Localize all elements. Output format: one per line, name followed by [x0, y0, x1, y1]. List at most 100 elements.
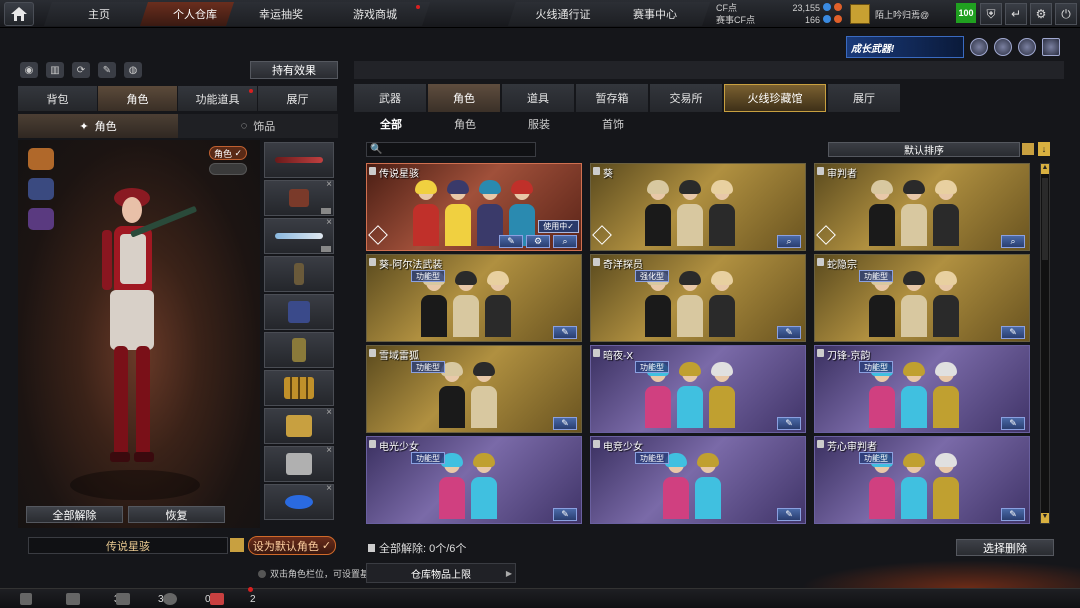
- character-card[interactable]: 审判者 ⌕: [814, 163, 1030, 251]
- character-card[interactable]: 电竞少女 功能型 ✎: [590, 436, 806, 524]
- character-card[interactable]: 芳心审判者 功能型 ✎: [814, 436, 1030, 524]
- character-card[interactable]: 葵-阿尔法武装 功能型 ✎: [366, 254, 582, 342]
- edit-button[interactable]: ✎: [553, 508, 577, 521]
- character-card[interactable]: 传说星骇 使用中✓ ✎ ⚙ ⌕: [366, 163, 582, 251]
- filter-character[interactable]: 角色: [428, 114, 502, 134]
- tab-backpack[interactable]: 背包: [18, 86, 98, 111]
- nav-tab-event-center[interactable]: 赛事中心: [600, 2, 710, 26]
- home-button[interactable]: [4, 2, 34, 26]
- search-input[interactable]: 🔍: [366, 142, 536, 157]
- lock-icon[interactable]: [817, 349, 824, 357]
- unequip-all-button[interactable]: 全部解除: [26, 506, 123, 523]
- edit-button[interactable]: ✎: [777, 417, 801, 430]
- lock-icon[interactable]: [593, 167, 600, 175]
- character-card[interactable]: 暗夜-X 功能型 ✎: [590, 345, 806, 433]
- remove-icon[interactable]: ×: [326, 483, 332, 494]
- scroll-down-icon[interactable]: ▼: [1041, 513, 1049, 523]
- slot-grenade[interactable]: [264, 332, 334, 368]
- menu-icon[interactable]: [230, 538, 244, 552]
- tab-function-items[interactable]: 功能道具: [178, 86, 258, 111]
- character-toggle[interactable]: 角色 ✓: [209, 146, 247, 160]
- character-card[interactable]: 雪域雷狐 功能型 ✎: [366, 345, 582, 433]
- nav-tab-shop[interactable]: 游戏商城: [320, 2, 430, 26]
- slot-pack[interactable]: [264, 294, 334, 330]
- select-delete-button[interactable]: 选择删除: [956, 539, 1054, 556]
- edit-button[interactable]: ✎: [1001, 326, 1025, 339]
- rank-badge-icon[interactable]: [970, 38, 988, 56]
- list-view-icon[interactable]: [1022, 143, 1034, 155]
- add-event-cf-icon[interactable]: [834, 15, 842, 23]
- gear-button[interactable]: ⚙: [526, 235, 550, 248]
- character-card[interactable]: 奇洋探员 强化型 ✎: [590, 254, 806, 342]
- toggle-on-icon[interactable]: ◉: [20, 62, 38, 78]
- rank-star-icon[interactable]: [994, 38, 1012, 56]
- edit-button[interactable]: ✎: [1001, 417, 1025, 430]
- tab-characters[interactable]: 角色: [428, 84, 500, 112]
- tab-items[interactable]: 道具: [502, 84, 574, 112]
- character-card[interactable]: 电光少女 功能型 ✎: [366, 436, 582, 524]
- filter-all[interactable]: 全部: [354, 114, 428, 134]
- power-icon[interactable]: ⏻: [1055, 3, 1077, 25]
- visibility-toggle[interactable]: [209, 163, 247, 175]
- edit-button[interactable]: ✎: [499, 235, 523, 248]
- remove-icon[interactable]: ×: [326, 407, 332, 418]
- user-profile[interactable]: 陌上吟归焉@: [850, 2, 950, 26]
- add-cf-icon[interactable]: [834, 3, 842, 11]
- tab-showroom[interactable]: 展厅: [258, 86, 338, 111]
- scroll-thumb[interactable]: [1042, 178, 1048, 260]
- lock-icon[interactable]: [817, 440, 824, 448]
- chat-button[interactable]: 0: [163, 593, 211, 605]
- clan-button[interactable]: 3: [116, 593, 164, 605]
- edit-button[interactable]: ✎: [777, 508, 801, 521]
- subtab-character[interactable]: ✦ 角色: [18, 114, 178, 138]
- edit-button[interactable]: ✎: [553, 417, 577, 430]
- tab-exchange[interactable]: 交易所: [650, 84, 722, 112]
- subtab-accessory[interactable]: ◌ 饰品: [178, 114, 338, 138]
- remove-icon[interactable]: ×: [326, 217, 332, 228]
- tab-showroom-right[interactable]: 展厅: [828, 84, 900, 112]
- edit-button[interactable]: ✎: [553, 326, 577, 339]
- slot-rifle[interactable]: [264, 142, 334, 178]
- storage-limit-button[interactable]: 仓库物品上限 ▶: [366, 563, 516, 583]
- nav-tab-home[interactable]: 主页: [44, 2, 154, 26]
- lock-icon[interactable]: [593, 258, 600, 266]
- filter-jewelry[interactable]: 首饰: [576, 114, 650, 134]
- rank-emblem-icon[interactable]: [1042, 38, 1060, 56]
- shield-icon[interactable]: ⛨: [980, 3, 1002, 25]
- edit-button[interactable]: ✎: [777, 326, 801, 339]
- character-card[interactable]: 蛇隐宗 功能型 ✎: [814, 254, 1030, 342]
- remove-icon[interactable]: ×: [326, 445, 332, 456]
- sort-dropdown[interactable]: 默认排序: [828, 142, 1020, 157]
- sort-direction-icon[interactable]: ↓: [1038, 142, 1050, 156]
- rank-wings-icon[interactable]: [1018, 38, 1036, 56]
- exit-icon[interactable]: ↵: [1005, 3, 1027, 25]
- slot-silver-pendant[interactable]: ×: [264, 445, 334, 482]
- character-name-field[interactable]: 传说星骇: [28, 537, 228, 554]
- slot-gold-pendant[interactable]: ×: [264, 407, 334, 444]
- scrollbar[interactable]: ▲ ▼: [1040, 163, 1050, 524]
- gear-icon[interactable]: ⚙: [1030, 3, 1052, 25]
- search-button[interactable]: ⌕: [777, 235, 801, 248]
- lock-icon[interactable]: [593, 440, 600, 448]
- character-card[interactable]: 刀锋-京韵 功能型 ✎: [814, 345, 1030, 433]
- character-card[interactable]: 葵 ⌕: [590, 163, 806, 251]
- pose-icon[interactable]: [28, 148, 54, 170]
- stats-icon[interactable]: ▥: [46, 62, 64, 78]
- slot-ring[interactable]: ×: [264, 483, 334, 520]
- slot-hat[interactable]: ×: [264, 179, 334, 216]
- brush-icon[interactable]: ✎: [98, 62, 116, 78]
- effect-icon[interactable]: [28, 208, 54, 230]
- tab-weapons[interactable]: 武器: [354, 84, 426, 112]
- menu-icon[interactable]: [20, 593, 32, 605]
- view-icon[interactable]: [28, 178, 54, 200]
- lock-icon[interactable]: [593, 349, 600, 357]
- scroll-up-icon[interactable]: ▲: [1041, 164, 1049, 174]
- lock-icon[interactable]: [369, 440, 376, 448]
- lock-icon[interactable]: [369, 258, 376, 266]
- filter-clothing[interactable]: 服装: [502, 114, 576, 134]
- lock-icon[interactable]: [817, 258, 824, 266]
- lock-icon[interactable]: [369, 349, 376, 357]
- refresh-icon[interactable]: ⟳: [72, 62, 90, 78]
- tab-storage-box[interactable]: 暂存箱: [576, 84, 648, 112]
- remove-icon[interactable]: ×: [326, 179, 332, 190]
